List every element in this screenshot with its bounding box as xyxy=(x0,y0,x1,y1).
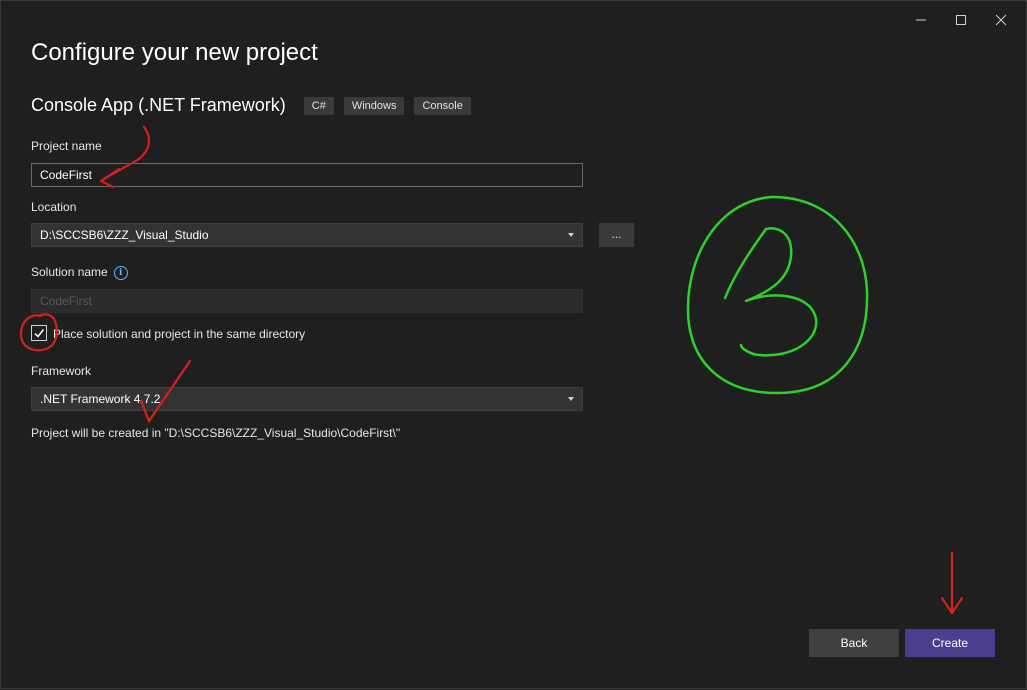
window-controls xyxy=(910,9,1012,31)
info-icon[interactable]: i xyxy=(113,265,128,280)
close-icon[interactable] xyxy=(990,9,1012,31)
solution-name-label: Solution name xyxy=(31,265,108,279)
project-name-label: Project name xyxy=(31,139,102,153)
location-combobox[interactable]: D:\SCCSB6\ZZZ_Visual_Studio xyxy=(31,223,583,247)
solution-name-value: CodeFirst xyxy=(40,294,93,308)
dialog-window: Configure your new project Console App (… xyxy=(0,0,1027,689)
back-button[interactable]: Back xyxy=(809,629,899,657)
location-value: D:\SCCSB6\ZZZ_Visual_Studio xyxy=(40,228,209,242)
create-button[interactable]: Create xyxy=(905,629,995,657)
chevron-down-icon xyxy=(568,397,574,401)
tag-platform: Windows xyxy=(343,96,405,115)
minimize-icon[interactable] xyxy=(910,9,932,31)
framework-combobox[interactable]: .NET Framework 4.7.2 xyxy=(31,387,583,411)
template-name: Console App (.NET Framework) xyxy=(31,95,286,115)
green-circle-step xyxy=(686,195,869,395)
template-header: Console App (.NET Framework) C# Windows … xyxy=(31,95,481,116)
page-title: Configure your new project xyxy=(31,39,318,66)
same-directory-checkbox[interactable] xyxy=(31,325,47,341)
browse-button[interactable]: ... xyxy=(599,223,634,247)
framework-value: .NET Framework 4.7.2 xyxy=(40,392,161,406)
same-directory-label[interactable]: Place solution and project in the same d… xyxy=(53,327,305,341)
red-arrow-create xyxy=(940,551,964,615)
chevron-down-icon xyxy=(568,233,574,237)
checkmark-icon xyxy=(34,329,45,338)
solution-name-label-row: Solution name i xyxy=(31,265,128,280)
solution-name-input: CodeFirst xyxy=(31,289,583,313)
maximize-icon[interactable] xyxy=(950,9,972,31)
project-name-input[interactable]: CodeFirst xyxy=(31,163,583,187)
project-name-value: CodeFirst xyxy=(40,168,93,182)
framework-label: Framework xyxy=(31,364,92,378)
tag-project-type: Console xyxy=(414,96,471,115)
tag-language: C# xyxy=(303,96,334,115)
project-location-summary: Project will be created in "D:\SCCSB6\ZZ… xyxy=(31,426,401,440)
green-number-three xyxy=(723,227,818,357)
location-label: Location xyxy=(31,200,77,214)
